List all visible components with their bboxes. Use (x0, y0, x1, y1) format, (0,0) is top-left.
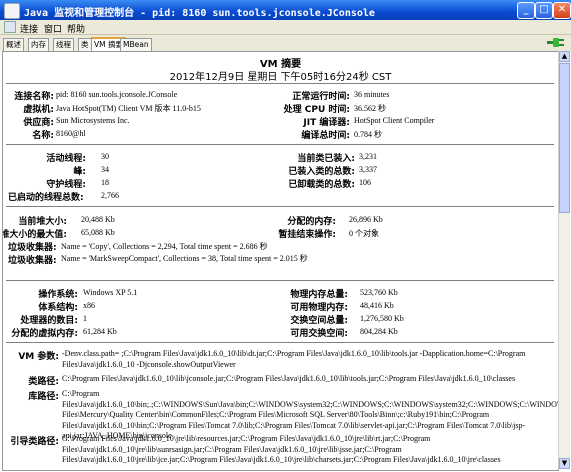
minimize-button[interactable]: _ (517, 2, 535, 19)
free-physical-memory-label: 可用物理内存: (290, 303, 348, 313)
total-loaded-classes-label: 已装入类的总数: (288, 167, 355, 177)
max-heap-label: 堆大小的最大值: (2, 230, 67, 240)
unloaded-classes-value: 106 (359, 178, 371, 187)
process-cpu-label: 处理 CPU 时间: (283, 105, 350, 115)
live-threads-value: 30 (101, 152, 109, 161)
tab-memory[interactable]: 内存 (28, 38, 49, 51)
jit-label: JIT 编译器: (303, 118, 350, 128)
divider (6, 144, 554, 145)
loaded-classes-value: 3,231 (359, 152, 377, 161)
free-swap-label: 可用交换空间: (290, 329, 348, 339)
vendor-label: 供应商: (23, 118, 54, 128)
vertical-scrollbar[interactable]: ▲ ▼ (558, 51, 570, 469)
committed-memory-label: 分配的内存: (287, 217, 336, 227)
architecture-label: 体系结构: (38, 303, 78, 313)
window-title: Java 监视和管理控制台 - pid: 8160 sun.tools.jcon… (24, 8, 375, 19)
os-value: Windows XP 5.1 (83, 288, 138, 297)
total-threads-started-label: 已启动的线程总数: (8, 193, 84, 203)
divider (6, 83, 554, 84)
pending-finalization-value: 0 个对象 (349, 229, 379, 238)
free-swap-value: 804,284 Kb (360, 327, 398, 336)
uptime-value: 36 minutes (354, 90, 390, 99)
committed-memory-value: 26,896 Kb (349, 215, 383, 224)
divider (6, 280, 554, 281)
processors-value: 1 (83, 314, 87, 323)
heap-size-label: 当前堆大小: (18, 217, 67, 227)
total-loaded-classes-value: 3,337 (359, 165, 377, 174)
menu-bar: 连接 窗口 帮助 (0, 20, 571, 35)
tab-bar: 概述 内存 线程 类 VM 摘要 MBean (0, 35, 571, 53)
java-app-icon (4, 3, 20, 19)
maximize-button[interactable]: □ (535, 2, 553, 19)
vm-summary-panel: VM 摘要 2012年12月9日 星期日 下午05时16分24秒 CST 连接名… (2, 51, 559, 471)
compile-time-label: 编译总时间: (301, 131, 350, 141)
process-cpu-value: 36.562 秒 (354, 104, 386, 113)
name-label: 名称: (32, 131, 54, 141)
max-heap-value: 65,088 Kb (81, 228, 115, 237)
total-physical-memory-label: 物理内存总量: (290, 290, 348, 300)
vm-arguments-label: VM 参数: (18, 352, 59, 362)
menu-help[interactable]: 帮助 (67, 22, 85, 35)
gc-marksweep-label: 垃圾收集器: (8, 256, 57, 266)
name-value: 8160@hl (56, 129, 86, 138)
total-swap-value: 1,276,580 Kb (360, 314, 404, 323)
vm-label: 虚拟机: (23, 105, 54, 115)
gc-marksweep-value: Name = 'MarkSweepCompact', Collections =… (61, 254, 308, 263)
loaded-classes-label: 当前类已装入: (297, 154, 355, 164)
tab-overview[interactable]: 概述 (3, 38, 24, 51)
window-menu-icon[interactable] (4, 21, 16, 33)
committed-virtual-memory-value: 61,284 Kb (83, 327, 117, 336)
processors-label: 处理器的数目: (20, 316, 78, 326)
os-label: 操作系统: (38, 290, 78, 300)
jit-value: HotSpot Client Compiler (354, 116, 435, 125)
heap-size-value: 20,488 Kb (81, 215, 115, 224)
connection-name-label: 连接名称: (14, 92, 54, 102)
compile-time-value: 0.784 秒 (354, 130, 382, 139)
vm-arguments-value: -Denv.class.path= ;C:\Program Files\Java… (62, 349, 526, 369)
uptime-label: 正常运行时间: (292, 92, 350, 102)
class-path-value: C:\Program Files\Java\jdk1.6.0_10\lib\jc… (62, 374, 516, 383)
close-button[interactable]: ✕ (553, 2, 571, 19)
pending-finalization-label: 暂挂结束操作: (278, 230, 336, 240)
menu-connection[interactable]: 连接 (20, 22, 38, 35)
title-bar[interactable]: Java 监视和管理控制台 - pid: 8160 sun.tools.jcon… (0, 0, 571, 20)
tab-classes[interactable]: 类 (78, 38, 92, 51)
tab-mbeans[interactable]: MBean (120, 38, 152, 51)
total-physical-memory-value: 523,760 Kb (360, 288, 398, 297)
total-swap-label: 交换空间总量: (290, 316, 348, 326)
committed-virtual-memory-label: 分配的虚拟内存: (11, 329, 78, 339)
architecture-value: x86 (83, 301, 95, 310)
gc-copy-label: 垃圾收集器: (8, 243, 57, 253)
peak-value: 34 (101, 165, 109, 174)
scroll-thumb[interactable] (559, 63, 570, 213)
divider (6, 206, 554, 207)
peak-label: 峰: (73, 167, 86, 177)
menu-window[interactable]: 窗口 (44, 22, 62, 35)
summary-date: 2012年12月9日 星期日 下午05时16分24秒 CST (169, 72, 392, 83)
boot-class-path-value: C:\Program Files\Java\jdk1.6.0_10\jre\li… (62, 434, 501, 464)
boot-class-path-label: 引导类路径: (10, 437, 59, 447)
gc-copy-value: Name = 'Copy', Collections = 2,294, Tota… (61, 242, 268, 251)
vm-value: Java HotSpot(TM) Client VM 版本 11.0-b15 (56, 104, 201, 113)
tab-threads[interactable]: 线程 (53, 38, 74, 51)
vendor-value: Sun Microsystems Inc. (56, 116, 130, 125)
connection-name-value: pid: 8160 sun.tools.jconsole.JConsole (56, 90, 178, 99)
daemon-threads-label: 守护线程: (46, 180, 86, 190)
scroll-down-arrow-icon[interactable]: ▼ (559, 458, 570, 469)
library-path-label: 库路径: (28, 392, 59, 402)
total-threads-started-value: 2,766 (101, 191, 119, 200)
free-physical-memory-value: 48,416 Kb (360, 301, 394, 310)
scroll-up-arrow-icon[interactable]: ▲ (559, 51, 570, 62)
connection-plug-icon[interactable] (546, 36, 566, 49)
live-threads-label: 活动线程: (46, 154, 86, 164)
class-path-label: 类路径: (28, 377, 59, 387)
unloaded-classes-label: 已卸载类的总数: (288, 180, 355, 190)
divider (6, 342, 554, 343)
daemon-threads-value: 18 (101, 178, 109, 187)
